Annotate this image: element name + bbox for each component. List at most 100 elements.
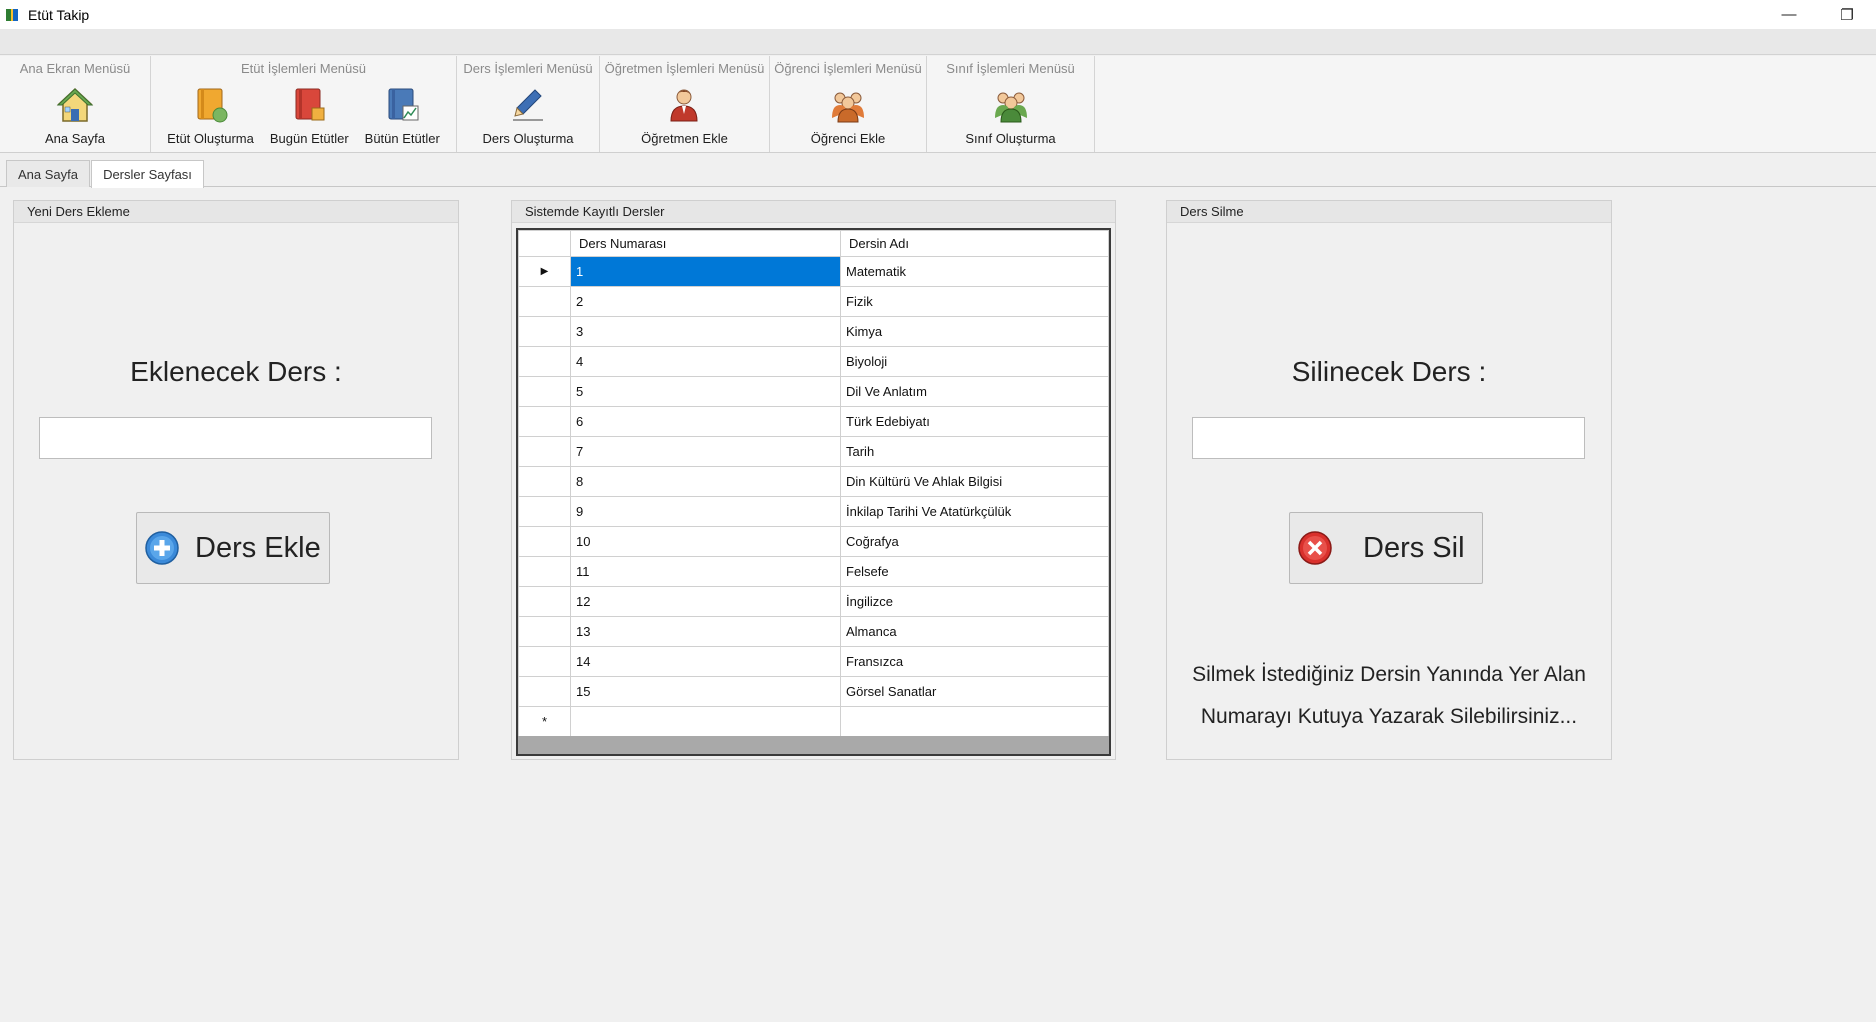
cell-dersin-adi[interactable]: Türk Edebiyatı — [840, 406, 1109, 437]
tab-ana-sayfa[interactable]: Ana Sayfa — [6, 160, 90, 187]
cell-ders-numarasi[interactable]: 3 — [570, 316, 841, 347]
butun-etutler-button[interactable]: Bütün Etütler — [357, 79, 448, 146]
table-row[interactable]: ▶ 1 Matematik — [518, 256, 1109, 287]
delete-info-line1: Silmek İstediğiniz Dersin Yanında Yer Al… — [1192, 663, 1586, 686]
ribbon-group-ogrenci: Öğrenci İşlemleri Menüsü Öğrenci Ekle — [770, 56, 927, 152]
ders-sil-button[interactable]: Ders Sil — [1289, 512, 1483, 584]
new-row[interactable]: * — [518, 706, 1109, 737]
cell-dersin-adi[interactable]: Fizik — [840, 286, 1109, 317]
etut-olusturma-button[interactable]: Etüt Oluşturma — [159, 79, 262, 146]
table-row[interactable]: 9 İnkilap Tarihi Ve Atatürkçülük — [518, 496, 1109, 527]
ribbon-group-ders: Ders İşlemleri Menüsü Ders Oluşturma — [457, 56, 600, 152]
cell-ders-numarasi[interactable]: 11 — [570, 556, 841, 587]
cell-dersin-adi[interactable]: Fransızca — [840, 646, 1109, 677]
row-header[interactable] — [518, 466, 571, 497]
cell-ders-numarasi[interactable]: 10 — [570, 526, 841, 557]
cell-dersin-adi[interactable]: Tarih — [840, 436, 1109, 467]
ana-sayfa-button[interactable]: Ana Sayfa — [37, 79, 113, 146]
cell-ders-numarasi[interactable]: 6 — [570, 406, 841, 437]
cell-dersin-adi[interactable]: Görsel Sanatlar — [840, 676, 1109, 707]
table-row[interactable]: 11 Felsefe — [518, 556, 1109, 587]
row-header[interactable] — [518, 286, 571, 317]
add-course-input[interactable] — [39, 417, 432, 459]
table-row[interactable]: 14 Fransızca — [518, 646, 1109, 677]
cell-ders-numarasi[interactable]: 4 — [570, 346, 841, 377]
cell-ders-numarasi[interactable]: 2 — [570, 286, 841, 317]
row-header[interactable] — [518, 676, 571, 707]
table-row[interactable]: 3 Kimya — [518, 316, 1109, 347]
cell-ders-numarasi[interactable]: 8 — [570, 466, 841, 497]
cell-ders-numarasi[interactable]: 13 — [570, 616, 841, 647]
ribbon-group-title: Öğretmen İşlemleri Menüsü — [604, 61, 765, 76]
row-header[interactable] — [518, 586, 571, 617]
cell-dersin-adi[interactable]: Kimya — [840, 316, 1109, 347]
cell-ders-numarasi[interactable]: 7 — [570, 436, 841, 467]
new-row-cell[interactable] — [840, 706, 1109, 737]
cell-ders-numarasi[interactable]: 12 — [570, 586, 841, 617]
all-etut-icon — [382, 85, 422, 125]
course-grid[interactable]: Ders Numarası Dersin Adı ▶ 1 Matematik 2 Fiz… — [516, 228, 1111, 756]
ders-ekle-button[interactable]: Ders Ekle — [136, 512, 330, 584]
today-etut-icon — [289, 85, 329, 125]
cell-dersin-adi[interactable]: Coğrafya — [840, 526, 1109, 557]
row-header[interactable] — [518, 646, 571, 677]
table-row[interactable]: 13 Almanca — [518, 616, 1109, 647]
table-row[interactable]: 8 Din Kültürü Ve Ahlak Bilgisi — [518, 466, 1109, 497]
ogrenci-ekle-button[interactable]: Öğrenci Ekle — [803, 79, 893, 146]
column-header-dersin-adi[interactable]: Dersin Adı — [840, 230, 1109, 257]
column-header-ders-numarasi[interactable]: Ders Numarası — [570, 230, 841, 257]
ribbon-item-label: Ana Sayfa — [45, 131, 105, 146]
cell-dersin-adi[interactable]: Dil Ve Anlatım — [840, 376, 1109, 407]
table-row[interactable]: 6 Türk Edebiyatı — [518, 406, 1109, 437]
table-row[interactable]: 15 Görsel Sanatlar — [518, 676, 1109, 707]
row-header[interactable]: ▶ — [518, 256, 571, 287]
table-row[interactable]: 7 Tarih — [518, 436, 1109, 467]
ribbon-group-sinif: Sınıf İşlemleri Menüsü Sınıf Oluşturma — [927, 56, 1095, 152]
delete-course-input[interactable] — [1192, 417, 1585, 459]
new-row-cell[interactable] — [570, 706, 841, 737]
ribbon-item-label: Öğretmen Ekle — [641, 131, 728, 146]
row-header[interactable] — [518, 346, 571, 377]
minimize-button[interactable]: — — [1760, 0, 1818, 29]
table-row[interactable]: 12 İngilizce — [518, 586, 1109, 617]
cell-dersin-adi[interactable]: Felsefe — [840, 556, 1109, 587]
sinif-olusturma-button[interactable]: Sınıf Oluşturma — [957, 79, 1063, 146]
row-header[interactable] — [518, 376, 571, 407]
restore-button[interactable]: ❐ — [1818, 0, 1876, 29]
cell-ders-numarasi[interactable]: 14 — [570, 646, 841, 677]
table-row[interactable]: 10 Coğrafya — [518, 526, 1109, 557]
bugun-etutler-button[interactable]: Bugün Etütler — [262, 79, 357, 146]
ribbon: Ana Ekran Menüsü Ana Sayfa Etüt İşlemler… — [0, 56, 1876, 153]
cell-ders-numarasi[interactable]: 9 — [570, 496, 841, 527]
ogretmen-ekle-button[interactable]: Öğretmen Ekle — [633, 79, 736, 146]
cell-dersin-adi[interactable]: İnkilap Tarihi Ve Atatürkçülük — [840, 496, 1109, 527]
table-row[interactable]: 2 Fizik — [518, 286, 1109, 317]
table-row[interactable]: 5 Dil Ve Anlatım — [518, 376, 1109, 407]
ribbon-group-title: Ana Ekran Menüsü — [19, 61, 131, 76]
table-row[interactable]: 4 Biyoloji — [518, 346, 1109, 377]
row-header[interactable] — [518, 316, 571, 347]
cell-ders-numarasi[interactable]: 1 — [570, 256, 841, 287]
ders-olusturma-button[interactable]: Ders Oluşturma — [474, 79, 581, 146]
row-header[interactable] — [518, 556, 571, 587]
row-header[interactable] — [518, 406, 571, 437]
row-header-corner — [518, 230, 571, 257]
cell-dersin-adi[interactable]: İngilizce — [840, 586, 1109, 617]
cell-ders-numarasi[interactable]: 15 — [570, 676, 841, 707]
cell-dersin-adi[interactable]: Din Kültürü Ve Ahlak Bilgisi — [840, 466, 1109, 497]
cell-dersin-adi[interactable]: Matematik — [840, 256, 1109, 287]
home-icon — [55, 85, 95, 125]
window-title: Etüt Takip — [28, 6, 90, 23]
classroom-icon — [991, 85, 1031, 125]
tab-dersler-sayfasi[interactable]: Dersler Sayfası — [91, 160, 204, 188]
delete-course-label: Silinecek Ders : — [1291, 356, 1487, 387]
row-header[interactable] — [518, 616, 571, 647]
ribbon-group-title: Sınıf İşlemleri Menüsü — [946, 61, 1075, 76]
students-icon — [828, 85, 868, 125]
row-header[interactable] — [518, 496, 571, 527]
cell-dersin-adi[interactable]: Biyoloji — [840, 346, 1109, 377]
cell-dersin-adi[interactable]: Almanca — [840, 616, 1109, 647]
row-header[interactable] — [518, 526, 571, 557]
cell-ders-numarasi[interactable]: 5 — [570, 376, 841, 407]
row-header[interactable] — [518, 436, 571, 467]
